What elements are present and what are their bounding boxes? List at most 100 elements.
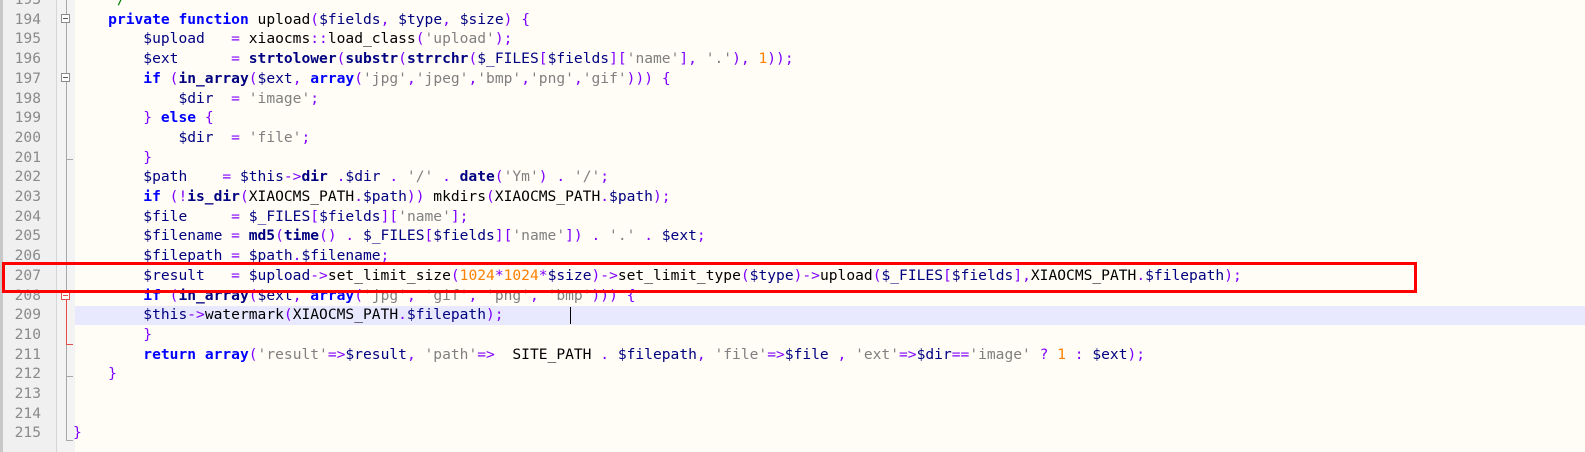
code-line[interactable]: $ext = strtolower(substr(strrchr($_FILES… xyxy=(73,49,793,69)
code-token: strrchr xyxy=(406,50,469,67)
code-token: $filepath xyxy=(406,306,486,323)
code-token: ][ xyxy=(380,208,399,225)
code-token: = xyxy=(187,168,240,185)
code-token: ]) . xyxy=(565,227,610,244)
code-line[interactable]: if (!is_dir(XIAOCMS_PATH.$path)) mkdirs(… xyxy=(73,187,670,207)
code-token: . xyxy=(354,188,363,205)
code-token: $file xyxy=(784,346,829,363)
code-token: } xyxy=(143,326,153,343)
code-token: $type xyxy=(749,267,794,284)
code-token: xiaocms xyxy=(248,30,311,47)
code-line[interactable]: } xyxy=(73,325,152,345)
code-token: $filepath xyxy=(617,346,697,363)
code-token: 'file' xyxy=(714,346,768,363)
code-token: 'upload' xyxy=(424,30,495,47)
line-number: 198 xyxy=(14,90,41,107)
code-line[interactable]: $result = $upload->set_limit_size(1024*1… xyxy=(73,266,1242,286)
code-token: ( xyxy=(160,70,179,87)
code-token: dir xyxy=(301,168,328,185)
code-line[interactable]: $path = $this->dir .$dir . '/' . date('Y… xyxy=(73,167,609,187)
code-token: $filepath xyxy=(143,247,223,264)
code-line[interactable]: $dir = 'file'; xyxy=(73,128,310,148)
code-token: 'gif' xyxy=(424,287,469,304)
code-line[interactable]: */ xyxy=(73,0,126,10)
code-token: ( xyxy=(283,306,293,323)
code-token: substr xyxy=(345,50,399,67)
code-token: ); xyxy=(486,306,504,323)
code-line[interactable]: return array('result'=>$result, 'path'=>… xyxy=(73,345,1145,365)
code-token: SITE_PATH xyxy=(512,346,592,363)
code-token: ( xyxy=(354,287,364,304)
code-token: } xyxy=(73,424,82,441)
code-token: ; xyxy=(696,227,706,244)
code-token: 'Ym' xyxy=(503,168,539,185)
code-token: = xyxy=(187,208,249,225)
code-token: ( xyxy=(486,188,495,205)
code-token: . xyxy=(327,168,346,185)
code-token: 'png' xyxy=(530,70,574,87)
code-token: , xyxy=(468,70,478,87)
code-line[interactable]: private function upload($fields, $type, … xyxy=(73,10,530,30)
code-line[interactable]: $file = $_FILES[$fields]['name']; xyxy=(73,207,468,227)
line-number: 215 xyxy=(14,424,41,441)
code-token: $ext xyxy=(257,287,293,304)
code-line[interactable]: } xyxy=(73,364,117,384)
text-caret xyxy=(570,307,571,324)
fold-minus-box-icon[interactable] xyxy=(61,14,70,23)
fold-end-marker xyxy=(66,440,73,441)
code-token: -> xyxy=(187,306,205,323)
code-token: 'result' xyxy=(257,346,328,363)
code-line[interactable]: if (in_array($ext, array('jpg', 'gif', '… xyxy=(73,286,635,306)
code-token: , xyxy=(529,287,548,304)
code-token: $this xyxy=(239,168,284,185)
code-token: ( xyxy=(415,30,425,47)
code-token: ][ xyxy=(494,227,513,244)
code-token: $dir xyxy=(345,168,381,185)
code-token: ); xyxy=(494,30,513,47)
code-token: ; xyxy=(600,168,610,185)
code-token: $fields xyxy=(547,50,610,67)
code-token: XIAOCMS_PATH xyxy=(1030,267,1137,284)
code-token: ( xyxy=(248,70,258,87)
code-line[interactable]: } xyxy=(73,423,82,443)
code-token: $this xyxy=(143,306,188,323)
code-line[interactable]: $dir = 'image'; xyxy=(73,89,319,109)
line-number: 209 xyxy=(14,306,41,323)
code-token: ); xyxy=(1224,267,1242,284)
code-token: . xyxy=(591,346,618,363)
code-line[interactable]: $upload = xiaocms::load_class('upload'); xyxy=(73,29,512,49)
fold-minus-box-icon[interactable] xyxy=(61,291,70,300)
fold-minus-box-icon[interactable] xyxy=(61,73,70,82)
code-token: ; xyxy=(301,129,311,146)
code-token: 'path' xyxy=(424,346,478,363)
code-token: is_dir xyxy=(187,188,240,205)
code-line[interactable]: $filename = md5(time() . $_FILES[$fields… xyxy=(73,226,706,246)
code-editor[interactable]: 193 */194 private function upload($field… xyxy=(0,0,1585,452)
code-token: ]; xyxy=(450,208,469,225)
code-token: $_FILES xyxy=(881,267,943,284)
code-token: ( xyxy=(248,287,258,304)
code-line[interactable]: $filepath = $path.$filename; xyxy=(73,246,389,266)
code-token: $path xyxy=(248,247,293,264)
code-line[interactable]: } xyxy=(73,148,152,168)
code-token: , xyxy=(406,287,425,304)
code-token: $size xyxy=(547,267,592,284)
code-token: date xyxy=(459,168,495,185)
code-token: => xyxy=(327,346,346,363)
code-line[interactable]: if (in_array($ext, array('jpg','jpeg','b… xyxy=(73,69,670,89)
line-number: 214 xyxy=(14,405,41,422)
code-token: = xyxy=(222,247,249,264)
code-line[interactable]: } else { xyxy=(73,108,213,128)
code-line[interactable]: $this->watermark(XIAOCMS_PATH.$filepath)… xyxy=(73,305,504,325)
code-token: * xyxy=(538,267,548,284)
code-token: 'bmp' xyxy=(477,70,522,87)
code-token: XIAOCMS_PATH xyxy=(248,188,355,205)
